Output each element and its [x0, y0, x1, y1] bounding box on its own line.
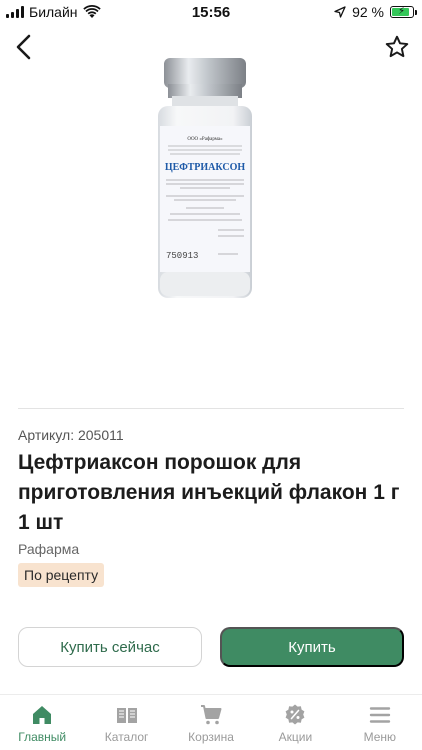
vial-drug-name: ЦЕФТРИАКСОН [165, 162, 246, 173]
discount-icon [286, 704, 305, 725]
tab-promotions[interactable]: Акции [253, 695, 337, 750]
battery-icon: ⚡ [390, 6, 417, 18]
favorite-button[interactable] [384, 34, 410, 60]
product-image: ООО «Рафарма» ЦЕФТРИАКСОН 750913 [158, 58, 252, 298]
battery-percent: 92 % [352, 4, 384, 20]
tab-catalog[interactable]: Каталог [84, 695, 168, 750]
tab-label: Главный [18, 730, 67, 744]
vial-company-text: ООО «Рафарма» [187, 137, 223, 142]
cart-icon [201, 705, 222, 725]
home-icon [33, 706, 52, 724]
product-sku: Артикул: 205011 [18, 427, 124, 443]
add-to-cart-button[interactable]: Купить [220, 627, 404, 667]
buy-now-button[interactable]: Купить сейчас [18, 627, 202, 667]
tab-label: Корзина [188, 730, 234, 744]
section-divider [18, 408, 404, 409]
tab-cart[interactable]: Корзина [169, 695, 253, 750]
product-manufacturer: Рафарма [18, 541, 80, 557]
tab-bar: Главный Каталог Корзина Акции Меню [0, 694, 422, 750]
status-bar: Билайн 15:56 92 % ⚡ [0, 0, 422, 24]
charging-bolt-icon: ⚡ [398, 6, 406, 17]
back-button[interactable] [10, 32, 38, 62]
star-icon [385, 35, 409, 58]
tab-label: Каталог [104, 730, 149, 744]
tab-label: Меню [363, 730, 397, 744]
prescription-badge: По рецепту [18, 563, 105, 587]
catalog-icon [116, 708, 137, 723]
status-right: 92 % ⚡ [334, 4, 417, 20]
vial-batch-number: 750913 [166, 251, 198, 261]
menu-icon [369, 707, 391, 723]
tab-label: Акции [278, 730, 313, 744]
location-arrow-icon [334, 6, 346, 18]
tab-menu[interactable]: Меню [338, 695, 422, 750]
tab-home[interactable]: Главный [0, 695, 84, 750]
chevron-left-icon [16, 34, 31, 60]
product-title: Цефтриаксон порошок для приготовления ин… [18, 451, 400, 534]
